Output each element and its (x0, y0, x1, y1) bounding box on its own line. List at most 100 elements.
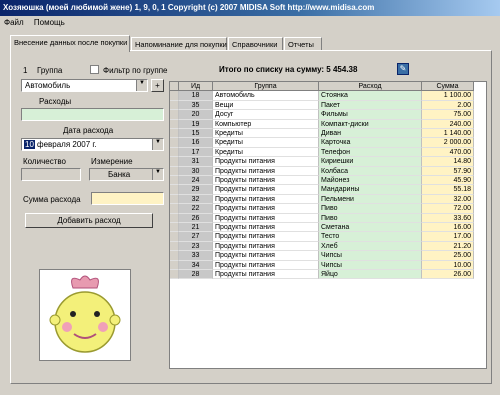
cell-group[interactable]: Продукты питания (213, 157, 319, 167)
table-row[interactable]: 16 Кредиты Карточка 2 000.00 (170, 138, 486, 148)
table-row[interactable]: 19 Компьютер Компакт-диски 240.00 (170, 119, 486, 129)
header-id[interactable]: Ид (179, 82, 213, 92)
cell-id[interactable]: 29 (179, 185, 213, 195)
cell-expense[interactable]: Диван (319, 129, 422, 139)
menu-help[interactable]: Помощь (30, 16, 69, 30)
filter-checkbox[interactable] (90, 65, 99, 74)
table-row[interactable]: 21 Продукты питания Сметана 16.00 (170, 223, 486, 233)
header-group[interactable]: Группа (213, 82, 319, 92)
cell-expense[interactable]: Колбаса (319, 166, 422, 176)
title-bar[interactable]: Хозяюшка (моей любимой жене) 1, 9, 0, 1 … (0, 0, 500, 16)
cell-sum[interactable]: 55.18 (422, 185, 474, 195)
tab-data-entry[interactable]: Внесение данных после покупки (10, 35, 130, 52)
cell-group[interactable]: Продукты питания (213, 223, 319, 233)
cell-id[interactable]: 27 (179, 232, 213, 242)
row-indicator[interactable] (170, 166, 179, 176)
cell-group[interactable]: Вещи (213, 100, 319, 111)
group-select[interactable]: Автомобиль ▼ (21, 79, 148, 92)
tab-reports[interactable]: Отчеты (284, 37, 322, 51)
cell-group[interactable]: Продукты питания (213, 270, 319, 280)
row-indicator[interactable] (170, 270, 179, 280)
cell-group[interactable]: Продукты питания (213, 232, 319, 242)
cell-group[interactable]: Продукты питания (213, 260, 319, 270)
cell-id[interactable]: 15 (179, 129, 213, 139)
cell-sum[interactable]: 14.80 (422, 157, 474, 167)
cell-group[interactable]: Компьютер (213, 119, 319, 129)
menu-file[interactable]: Файл (0, 16, 28, 30)
cell-expense[interactable]: Сметана (319, 223, 422, 233)
cell-group[interactable]: Автомобиль (213, 91, 319, 101)
add-group-button[interactable]: + (151, 79, 164, 92)
cell-sum[interactable]: 470.00 (422, 147, 474, 158)
cell-expense[interactable]: Пельмени (319, 194, 422, 205)
cell-sum[interactable]: 75.00 (422, 110, 474, 120)
cell-id[interactable]: 34 (179, 260, 213, 270)
header-expense[interactable]: Расход (319, 82, 422, 92)
table-row[interactable]: 27 Продукты питания Тесто 17.00 (170, 232, 486, 242)
cell-id[interactable]: 20 (179, 110, 213, 120)
cell-group[interactable]: Кредиты (213, 138, 319, 148)
table-row[interactable]: 20 Досуг Фильмы 75.00 (170, 110, 486, 120)
cell-sum[interactable]: 45.90 (422, 176, 474, 186)
unit-select[interactable]: Банка ▼ (89, 168, 164, 181)
row-indicator[interactable] (170, 91, 179, 101)
cell-expense[interactable]: Майонез (319, 176, 422, 186)
cell-id[interactable]: 17 (179, 147, 213, 158)
row-indicator[interactable] (170, 176, 179, 186)
cell-sum[interactable]: 1 140.00 (422, 129, 474, 139)
cell-sum[interactable]: 26.00 (422, 270, 474, 280)
cell-group[interactable]: Продукты питания (213, 204, 319, 214)
cell-sum[interactable]: 57.90 (422, 166, 474, 176)
cell-id[interactable]: 16 (179, 138, 213, 148)
cell-group[interactable]: Продукты питания (213, 176, 319, 186)
cell-sum[interactable]: 2 000.00 (422, 138, 474, 148)
cell-sum[interactable]: 240.00 (422, 119, 474, 129)
cell-id[interactable]: 19 (179, 119, 213, 129)
cell-expense[interactable]: Тесто (319, 232, 422, 242)
cell-expense[interactable]: Хлеб (319, 241, 422, 252)
cell-id[interactable]: 31 (179, 157, 213, 167)
row-indicator[interactable] (170, 129, 179, 139)
row-indicator[interactable] (170, 185, 179, 195)
cell-group[interactable]: Кредиты (213, 147, 319, 158)
cell-group[interactable]: Продукты питания (213, 251, 319, 261)
row-indicator[interactable] (170, 251, 179, 261)
row-indicator[interactable] (170, 157, 179, 167)
cell-expense[interactable]: Яйцо (319, 270, 422, 280)
cell-expense[interactable]: Карточка (319, 138, 422, 148)
cell-id[interactable]: 32 (179, 194, 213, 205)
table-row[interactable]: 18 Автомобиль Стоянка 1 100.00 (170, 91, 486, 101)
cell-group[interactable]: Продукты питания (213, 166, 319, 176)
cell-expense[interactable]: Чипсы (319, 260, 422, 270)
cell-sum[interactable]: 17.00 (422, 232, 474, 242)
cell-expense[interactable]: Кириешки (319, 157, 422, 167)
table-row[interactable]: 32 Продукты питания Пельмени 32.00 (170, 194, 486, 205)
cell-id[interactable]: 28 (179, 270, 213, 280)
row-indicator[interactable] (170, 110, 179, 120)
table-row[interactable]: 22 Продукты питания Пиво 72.00 (170, 204, 486, 214)
cell-sum[interactable]: 1 100.00 (422, 91, 474, 101)
cell-expense[interactable]: Фильмы (319, 110, 422, 120)
cell-group[interactable]: Продукты питания (213, 213, 319, 223)
cell-sum[interactable]: 10.00 (422, 260, 474, 270)
row-indicator[interactable] (170, 194, 179, 205)
cell-sum[interactable]: 33.60 (422, 213, 474, 223)
cell-expense[interactable]: Чипсы (319, 251, 422, 261)
row-indicator[interactable] (170, 241, 179, 252)
cell-expense[interactable]: Стоянка (319, 91, 422, 101)
cell-sum[interactable]: 21.20 (422, 241, 474, 252)
table-row[interactable]: 33 Продукты питания Чипсы 25.00 (170, 251, 486, 261)
cell-group[interactable]: Продукты питания (213, 241, 319, 252)
row-indicator[interactable] (170, 213, 179, 223)
row-indicator[interactable] (170, 138, 179, 148)
table-row[interactable]: 23 Продукты питания Хлеб 21.20 (170, 241, 486, 252)
tab-references[interactable]: Справочники (228, 37, 283, 51)
qty-input[interactable] (21, 168, 81, 181)
expenses-input[interactable] (21, 108, 164, 121)
date-picker[interactable]: 10 февраля 2007 г. ▼ (21, 138, 164, 151)
cell-expense[interactable]: Компакт-диски (319, 119, 422, 129)
cell-id[interactable]: 30 (179, 166, 213, 176)
table-row[interactable]: 30 Продукты питания Колбаса 57.90 (170, 166, 486, 176)
cell-sum[interactable]: 32.00 (422, 194, 474, 205)
tab-reminder[interactable]: Напоминание для покупки (131, 37, 227, 51)
